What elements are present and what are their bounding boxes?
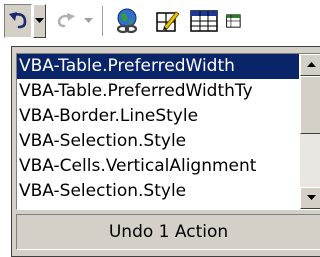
insert-table-button[interactable] [188,4,220,38]
spreadsheet-icon [226,14,241,28]
globe-link-icon [116,8,138,34]
undo-arrow-icon [9,12,27,29]
scroll-thumb[interactable] [300,76,320,134]
table-grid-icon [190,10,218,32]
draw-table-icon [156,11,180,32]
undo-history-dropdown: VBA-Table.PreferredWidth VBA-Table.Prefe… [11,46,320,257]
list-item[interactable]: VBA-Selection.Style [17,179,299,204]
redo-button[interactable] [52,4,80,38]
list-item[interactable]: VBA-Border.LineStyle [17,104,299,129]
toolbar-separator [102,6,104,36]
undo-count-status: Undo 1 Action [16,214,320,250]
redo-dropdown-button[interactable] [82,4,95,38]
undo-dropdown-button[interactable] [33,4,46,38]
redo-arrow-icon [57,13,75,28]
scroll-down-button[interactable] [300,187,320,209]
list-item[interactable]: VBA-Table.PreferredWidth [17,54,299,79]
list-item[interactable]: VBA-Table.PreferredWidthTy [17,79,299,104]
chevron-down-icon [35,18,44,23]
undo-history-list[interactable]: VBA-Table.PreferredWidth VBA-Table.Prefe… [16,53,320,210]
insert-hyperlink-button[interactable] [112,4,144,38]
insert-excel-button[interactable] [226,4,242,38]
tables-and-borders-button[interactable] [152,4,182,38]
arrow-up-icon [306,62,316,67]
vertical-scrollbar[interactable] [300,54,320,209]
standard-toolbar [0,0,320,46]
scroll-up-button[interactable] [300,54,320,76]
chevron-down-icon [84,18,93,23]
arrow-down-icon [306,195,316,200]
undo-items: VBA-Table.PreferredWidth VBA-Table.Prefe… [17,54,299,204]
list-item[interactable]: VBA-Selection.Style [17,129,299,154]
list-item[interactable]: VBA-Cells.VerticalAlignment [17,154,299,179]
undo-button[interactable] [4,4,32,38]
